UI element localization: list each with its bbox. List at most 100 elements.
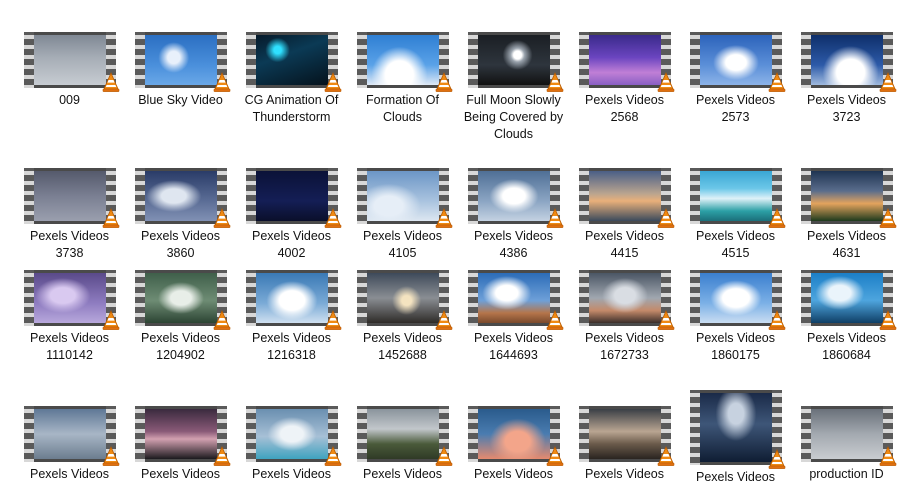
video-file-item[interactable]: Pexels Videos xyxy=(347,406,458,483)
file-name-label: Full Moon Slowly Being Covered by Clouds xyxy=(463,93,564,141)
thumbnail-image xyxy=(255,32,328,88)
video-thumbnail[interactable] xyxy=(356,32,452,92)
video-file-item[interactable]: production ID xyxy=(791,406,902,483)
video-thumbnail[interactable] xyxy=(689,390,785,469)
video-file-item[interactable]: Pexels Videos 1860684 xyxy=(791,270,902,364)
video-thumbnail[interactable] xyxy=(245,406,341,466)
video-file-item[interactable]: Pexels Videos 4386 xyxy=(458,168,569,262)
video-file-item[interactable]: Pexels Videos xyxy=(569,406,680,483)
file-name-label: CG Animation Of Thunderstorm xyxy=(244,93,339,124)
video-file-item[interactable]: Pexels Videos 1110142 xyxy=(14,270,125,364)
video-thumbnail[interactable] xyxy=(23,168,119,228)
video-file-item[interactable]: Pexels Videos 3738 xyxy=(14,168,125,262)
video-file-item[interactable]: Pexels Videos 1452688 xyxy=(347,270,458,364)
thumbnail-image xyxy=(477,270,550,326)
video-thumbnail[interactable] xyxy=(578,32,674,92)
video-file-item[interactable]: Pexels Videos 1204902 xyxy=(125,270,236,364)
video-thumbnail[interactable] xyxy=(23,32,119,92)
vlc-cone-icon xyxy=(102,310,120,330)
video-file-item[interactable]: Pexels Videos 4515 xyxy=(680,168,791,262)
video-thumbnail[interactable] xyxy=(578,270,674,330)
video-file-item[interactable]: Formation Of Clouds xyxy=(347,32,458,126)
thumbnail-image xyxy=(255,406,328,462)
vlc-cone-icon xyxy=(546,310,564,330)
film-strip-left xyxy=(245,32,256,88)
video-file-item[interactable]: Pexels Videos xyxy=(458,406,569,483)
file-grid: 009 Blue Sky Video CG Animation Of Thunder… xyxy=(0,0,902,484)
file-name-label: Pexels Videos 1452688 xyxy=(363,331,442,362)
video-thumbnail[interactable] xyxy=(467,406,563,466)
file-name-label: Pexels Videos 4002 xyxy=(252,229,331,260)
thumbnail-image xyxy=(810,32,883,88)
video-thumbnail[interactable] xyxy=(134,168,230,228)
video-thumbnail[interactable] xyxy=(23,270,119,330)
film-strip-left xyxy=(467,32,478,88)
vlc-cone-icon xyxy=(324,446,342,466)
video-file-item[interactable]: Pexels Videos 2568 xyxy=(569,32,680,126)
vlc-cone-icon xyxy=(546,446,564,466)
vlc-cone-icon xyxy=(768,208,786,228)
video-file-item[interactable]: CG Animation Of Thunderstorm xyxy=(236,32,347,126)
video-file-item[interactable]: Pexels Videos 1644693 xyxy=(458,270,569,364)
video-thumbnail[interactable] xyxy=(578,406,674,466)
video-file-item[interactable]: Blue Sky Video xyxy=(125,32,236,109)
video-file-item[interactable]: Pexels Videos 1860175 xyxy=(680,270,791,364)
video-thumbnail[interactable] xyxy=(245,168,341,228)
video-file-item[interactable]: Pexels Videos xyxy=(236,406,347,483)
film-strip-left xyxy=(800,406,811,462)
vlc-cone-icon xyxy=(102,208,120,228)
video-thumbnail[interactable] xyxy=(467,32,563,92)
video-thumbnail[interactable] xyxy=(467,270,563,330)
video-file-item[interactable]: Pexels Videos 2573 xyxy=(680,32,791,126)
thumbnail-image xyxy=(477,406,550,462)
video-file-item[interactable]: Pexels Videos xyxy=(14,406,125,483)
video-thumbnail[interactable] xyxy=(800,270,896,330)
vlc-cone-icon xyxy=(213,310,231,330)
video-thumbnail[interactable] xyxy=(134,406,230,466)
vlc-cone-icon xyxy=(435,72,453,92)
video-thumbnail[interactable] xyxy=(356,270,452,330)
video-file-item[interactable]: Pexels Videos 4105 xyxy=(347,168,458,262)
video-thumbnail[interactable] xyxy=(134,270,230,330)
video-thumbnail[interactable] xyxy=(689,168,785,228)
file-name-label: Pexels Videos 4105 xyxy=(363,229,442,260)
video-file-item[interactable]: Pexels Videos 3860 xyxy=(125,168,236,262)
video-file-item[interactable]: Pexels Videos 4631 xyxy=(791,168,902,262)
thumbnail-image xyxy=(33,406,106,462)
vlc-cone-icon xyxy=(879,310,897,330)
file-name-label: Pexels Videos 1672733 xyxy=(585,331,664,362)
thumbnail-image xyxy=(699,270,772,326)
file-name-label: Pexels Videos 3860 xyxy=(141,229,220,260)
video-thumbnail[interactable] xyxy=(23,406,119,466)
video-file-item[interactable]: Pexels Videos 4002 xyxy=(236,168,347,262)
thumbnail-image xyxy=(33,32,106,88)
file-name-label: Pexels Videos xyxy=(30,467,109,481)
video-thumbnail[interactable] xyxy=(689,32,785,92)
video-thumbnail[interactable] xyxy=(245,32,341,92)
video-thumbnail[interactable] xyxy=(800,32,896,92)
video-file-item[interactable]: Pexels Videos 1672733 xyxy=(569,270,680,364)
video-thumbnail[interactable] xyxy=(245,270,341,330)
video-file-item[interactable]: Pexels Videos 4415 xyxy=(569,168,680,262)
video-thumbnail[interactable] xyxy=(467,168,563,228)
vlc-cone-icon xyxy=(435,310,453,330)
video-thumbnail[interactable] xyxy=(689,270,785,330)
video-file-item[interactable]: Full Moon Slowly Being Covered by Clouds xyxy=(458,32,569,143)
video-thumbnail[interactable] xyxy=(356,406,452,466)
video-file-item[interactable]: 009 xyxy=(14,32,125,109)
video-thumbnail[interactable] xyxy=(800,406,896,466)
video-file-item[interactable]: Pexels Videos 3723 xyxy=(791,32,902,126)
video-thumbnail[interactable] xyxy=(134,32,230,92)
video-file-item[interactable]: Pexels Videos 1216318 xyxy=(236,270,347,364)
film-strip-left xyxy=(134,168,145,224)
thumbnail-image xyxy=(144,406,217,462)
film-strip-left xyxy=(800,168,811,224)
video-thumbnail[interactable] xyxy=(356,168,452,228)
vlc-cone-icon xyxy=(879,446,897,466)
video-file-item[interactable]: Pexels Videos xyxy=(125,406,236,483)
video-thumbnail[interactable] xyxy=(800,168,896,228)
file-name-label: Pexels Videos 2573 xyxy=(696,93,775,124)
vlc-cone-icon xyxy=(768,72,786,92)
video-thumbnail[interactable] xyxy=(578,168,674,228)
video-file-item[interactable]: Pexels Videos xyxy=(680,390,791,486)
